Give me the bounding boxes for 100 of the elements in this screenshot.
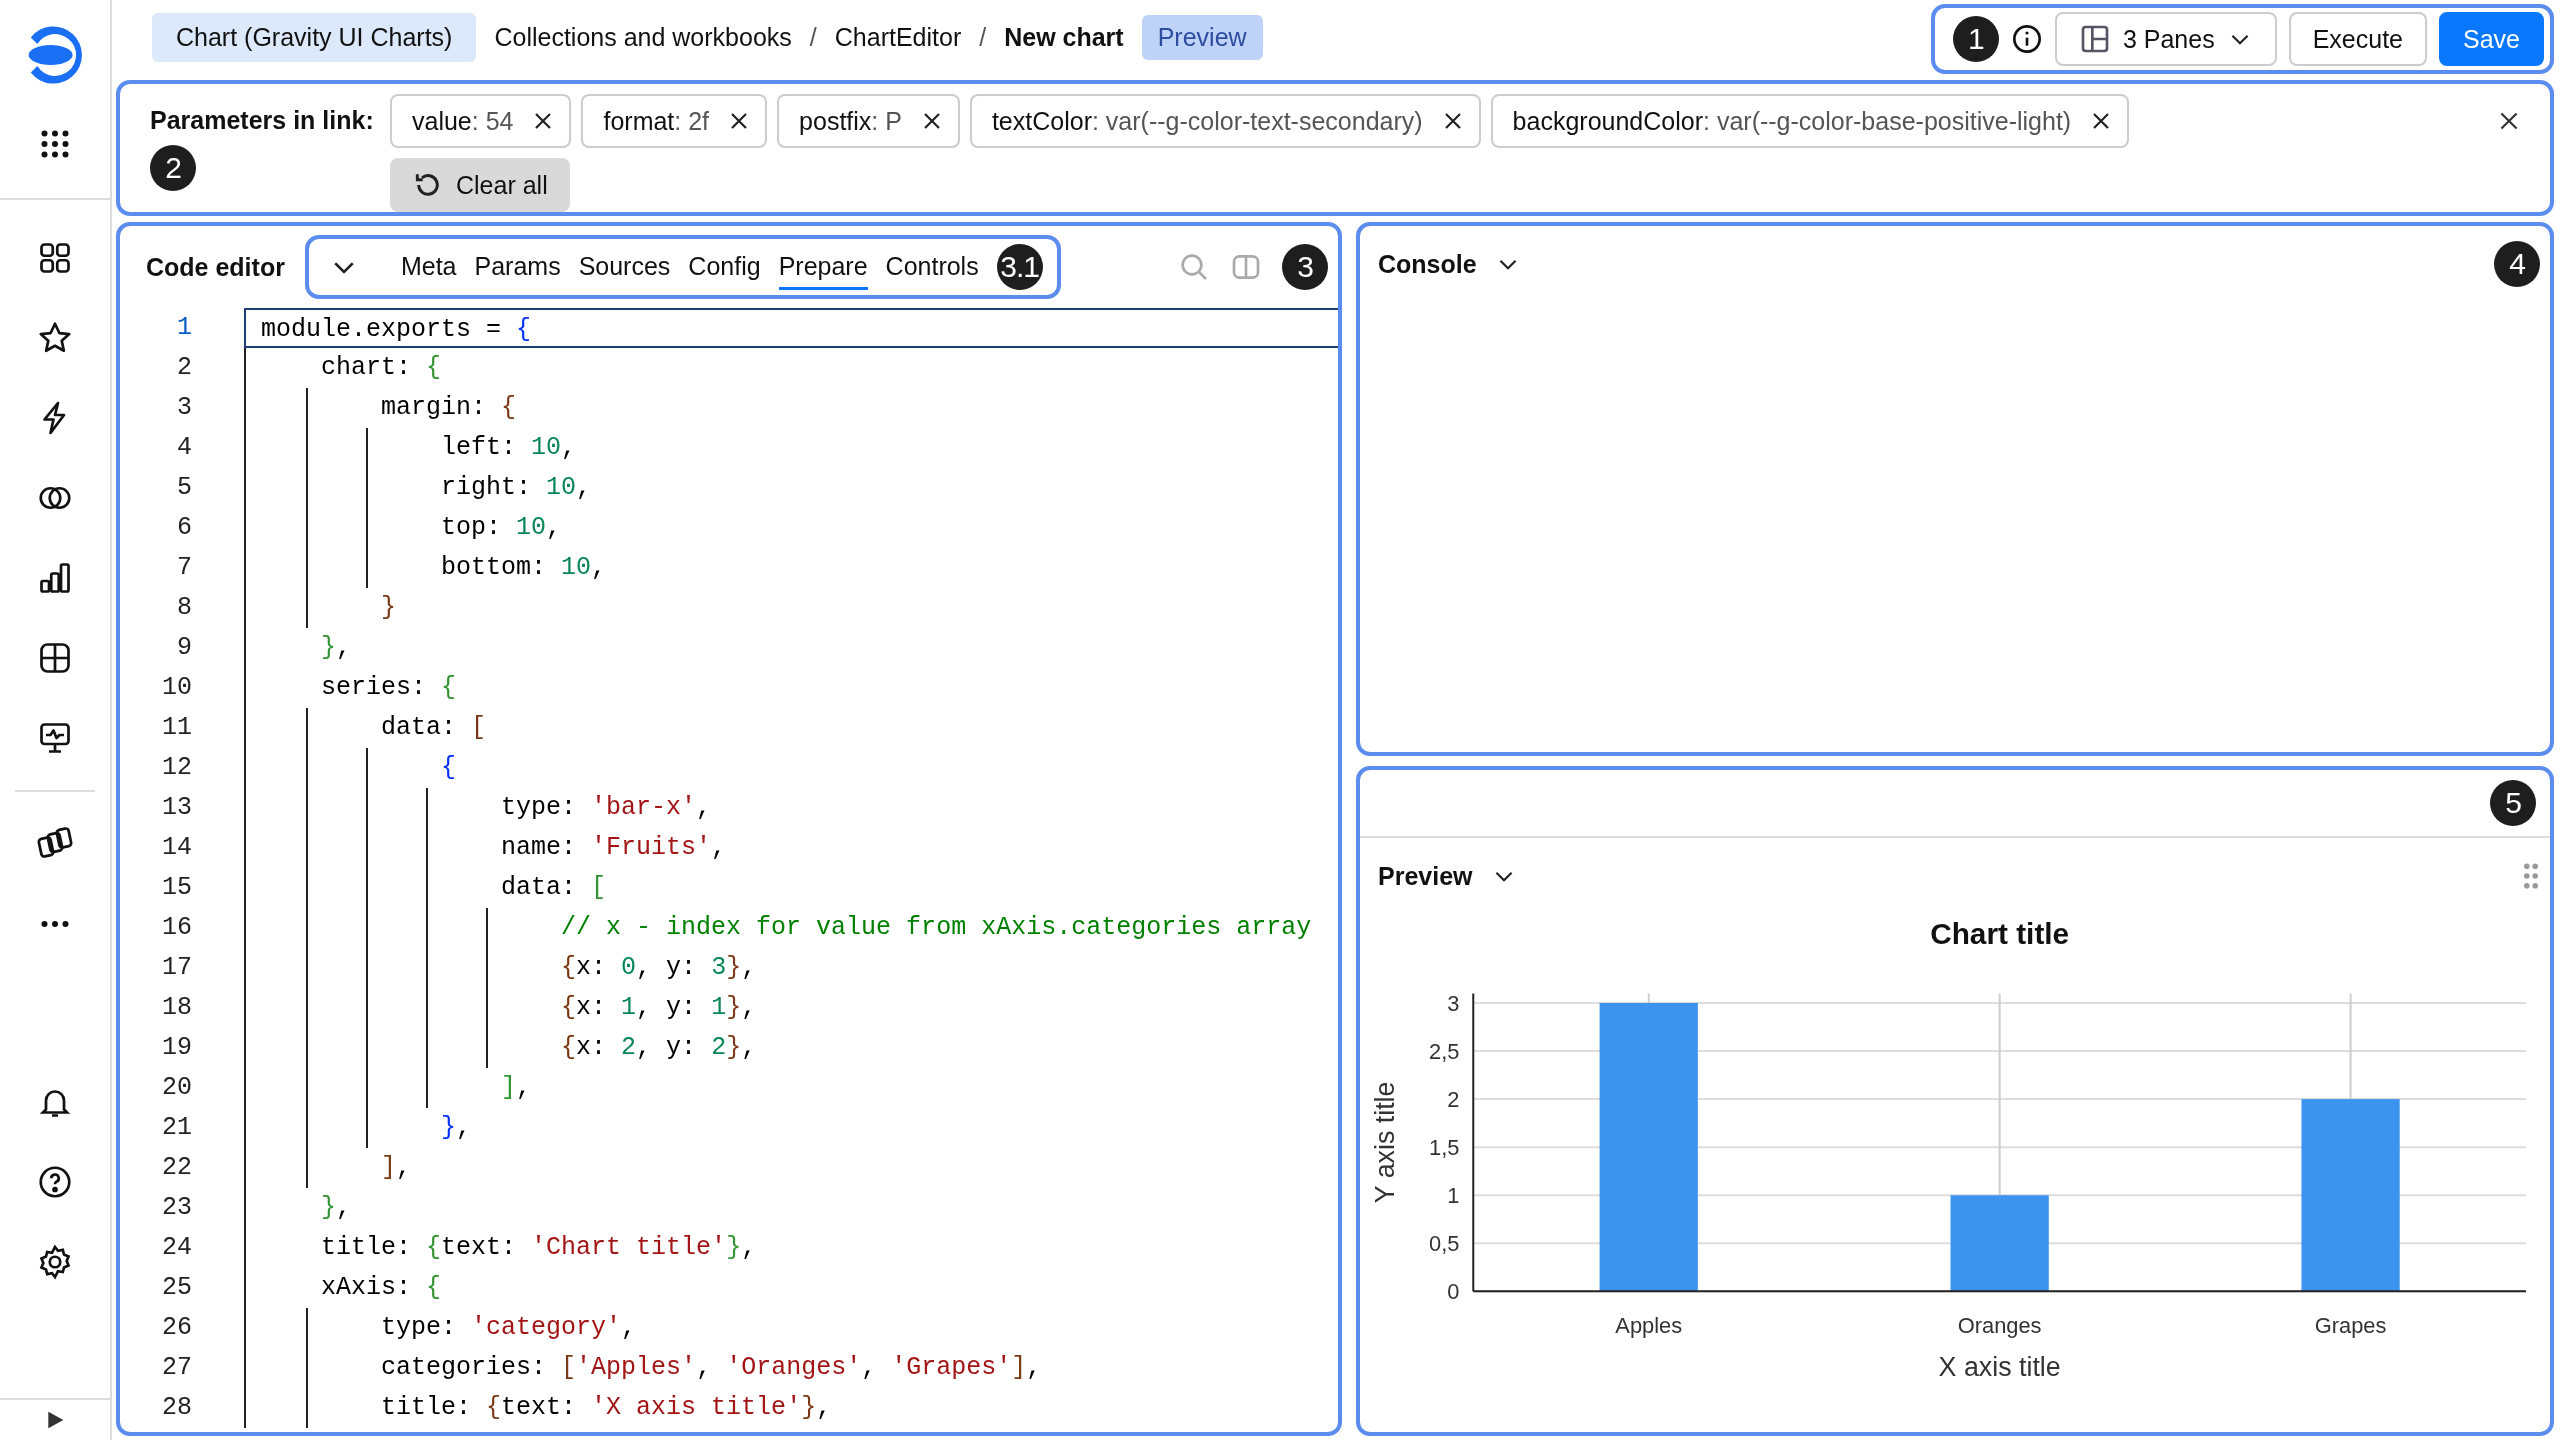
y-axis-title: Y axis title [1369, 1081, 1400, 1204]
monitor-icon[interactable] [37, 720, 73, 756]
parameter-chip[interactable]: postfix: P [777, 94, 960, 148]
breadcrumb-separator: / [979, 22, 987, 52]
y-tick-label: 1 [1447, 1183, 1460, 1209]
code-line: // x - index for value from xAxis.categories array [560, 913, 1312, 942]
code-line: {x: 1, y: 1}, [560, 993, 757, 1022]
line-number: 9 [176, 632, 193, 664]
y-tick-label: 1,5 [1429, 1135, 1460, 1161]
breadcrumb-item[interactable]: ChartEditor [834, 22, 962, 52]
code-line: }, [320, 1193, 352, 1222]
code-line: } [380, 593, 397, 622]
code-line: chart: { [320, 353, 442, 382]
code-line: ], [500, 1073, 532, 1102]
line-number: 20 [161, 1072, 193, 1104]
code-line: xAxis: { [320, 1273, 442, 1302]
editor-tab[interactable]: Params [474, 244, 561, 290]
y-tick-label: 2 [1447, 1087, 1460, 1113]
x-tick-label: Grapes [2314, 1313, 2387, 1339]
line-number: 24 [161, 1232, 193, 1264]
line-number: 3 [176, 392, 193, 424]
editor-tab[interactable]: Prepare [778, 244, 868, 290]
parameter-chip[interactable]: textColor: var(--g-color-text-secondary) [969, 94, 1481, 148]
line-number: 13 [161, 792, 193, 824]
line-number: 15 [161, 872, 193, 904]
parameter-chip[interactable]: value: 54 [390, 94, 572, 148]
code-line: { [440, 753, 457, 782]
panes-dropdown[interactable]: 3 Panes [2054, 12, 2277, 66]
line-number: 17 [161, 952, 193, 984]
breadcrumb-item[interactable]: Collections and workbooks [494, 22, 792, 52]
info-icon[interactable] [2010, 23, 2043, 55]
code-line: type: 'bar-x', [500, 793, 712, 822]
x-tick-label: Apples [1615, 1313, 1683, 1339]
line-number: 12 [161, 752, 193, 784]
y-tick-label: 0 [1447, 1279, 1460, 1305]
help-icon[interactable] [37, 1164, 73, 1200]
line-number: 7 [176, 552, 193, 584]
table-icon[interactable] [37, 640, 73, 676]
expand-icon[interactable] [45, 1410, 65, 1430]
x-tick-label: Oranges [1957, 1313, 2042, 1339]
line-number: 11 [161, 712, 193, 744]
callout-badge: 4 [2494, 241, 2540, 287]
x-axis-title: X axis title [1938, 1351, 2061, 1382]
code-line: categories: ['Apples', 'Oranges', 'Grapes'], [380, 1353, 1042, 1382]
panel-title: Code editor [146, 252, 285, 282]
console-dropdown[interactable]: Console [1378, 249, 1521, 279]
editor-tab[interactable]: Config [688, 244, 761, 290]
editor-tab[interactable]: Sources [578, 244, 671, 290]
line-number: 28 [161, 1392, 193, 1424]
bars-icon[interactable] [37, 560, 73, 596]
callout-badge: 3 [1282, 244, 1328, 290]
code-line: top: 10, [440, 513, 562, 542]
line-number: 26 [161, 1312, 193, 1344]
line-number: 5 [176, 472, 193, 504]
y-tick-label: 2,5 [1429, 1039, 1460, 1064]
breadcrumb-item: New chart [1004, 22, 1124, 52]
callout-badge: 5 [2490, 780, 2536, 826]
parameter-chip[interactable]: backgroundColor: var(--g-color-base-positive-light) [1490, 94, 2130, 148]
code-line: }, [440, 1113, 472, 1142]
code-line: name: 'Fruits', [500, 833, 727, 862]
grid-icon[interactable] [37, 240, 73, 276]
code-line: type: 'category', [380, 1313, 637, 1342]
line-number: 16 [161, 912, 193, 944]
y-tick-label: 3 [1447, 990, 1460, 1016]
code-line: data: [ [380, 713, 487, 742]
code-line: bottom: 10, [440, 553, 607, 582]
code-line: title: {text: 'X axis title'}, [380, 1393, 832, 1422]
save-button[interactable]: Save [2439, 12, 2544, 66]
editor-tab[interactable]: Meta [400, 244, 457, 290]
line-number: 1 [176, 312, 193, 344]
line-number: 25 [161, 1272, 193, 1304]
code-line: {x: 2, y: 2}, [560, 1033, 757, 1062]
callout-badge: 1 [1952, 16, 1999, 62]
drag-handle-icon[interactable] [2522, 862, 2540, 890]
line-number: 27 [161, 1352, 193, 1384]
clear-all-button[interactable]: Clear all [390, 158, 570, 212]
preview-badge: Preview [1141, 14, 1263, 60]
preview-dropdown[interactable]: Preview [1378, 861, 1517, 891]
callout-badge: 2 [150, 145, 196, 191]
code-line: title: {text: 'Chart title'}, [320, 1233, 757, 1262]
code-line: }, [320, 633, 352, 662]
callout-badge: 3.1 [996, 244, 1043, 290]
code-line: series: { [320, 673, 457, 702]
editor-tab[interactable]: Controls [885, 244, 979, 290]
line-number: 14 [161, 832, 193, 864]
line-number: 8 [176, 592, 193, 624]
parameter-chip[interactable]: format: 2f [581, 94, 768, 148]
chart-type-label[interactable]: Chart (Gravity UI Charts) [152, 12, 477, 62]
parameters-title: Parameters in link: [150, 106, 374, 135]
line-number: 18 [161, 992, 193, 1024]
y-tick-label: 0,5 [1429, 1231, 1460, 1257]
line-number: 10 [161, 672, 193, 704]
line-number: 2 [176, 352, 193, 384]
line-number: 21 [161, 1112, 193, 1144]
execute-button[interactable]: Execute [2288, 12, 2427, 66]
code-line: data: [ [500, 873, 607, 902]
line-number: 22 [161, 1152, 193, 1184]
settings-icon[interactable] [37, 1244, 73, 1280]
code-line: {x: 0, y: 3}, [560, 953, 757, 982]
breadcrumb-separator: / [809, 22, 817, 52]
